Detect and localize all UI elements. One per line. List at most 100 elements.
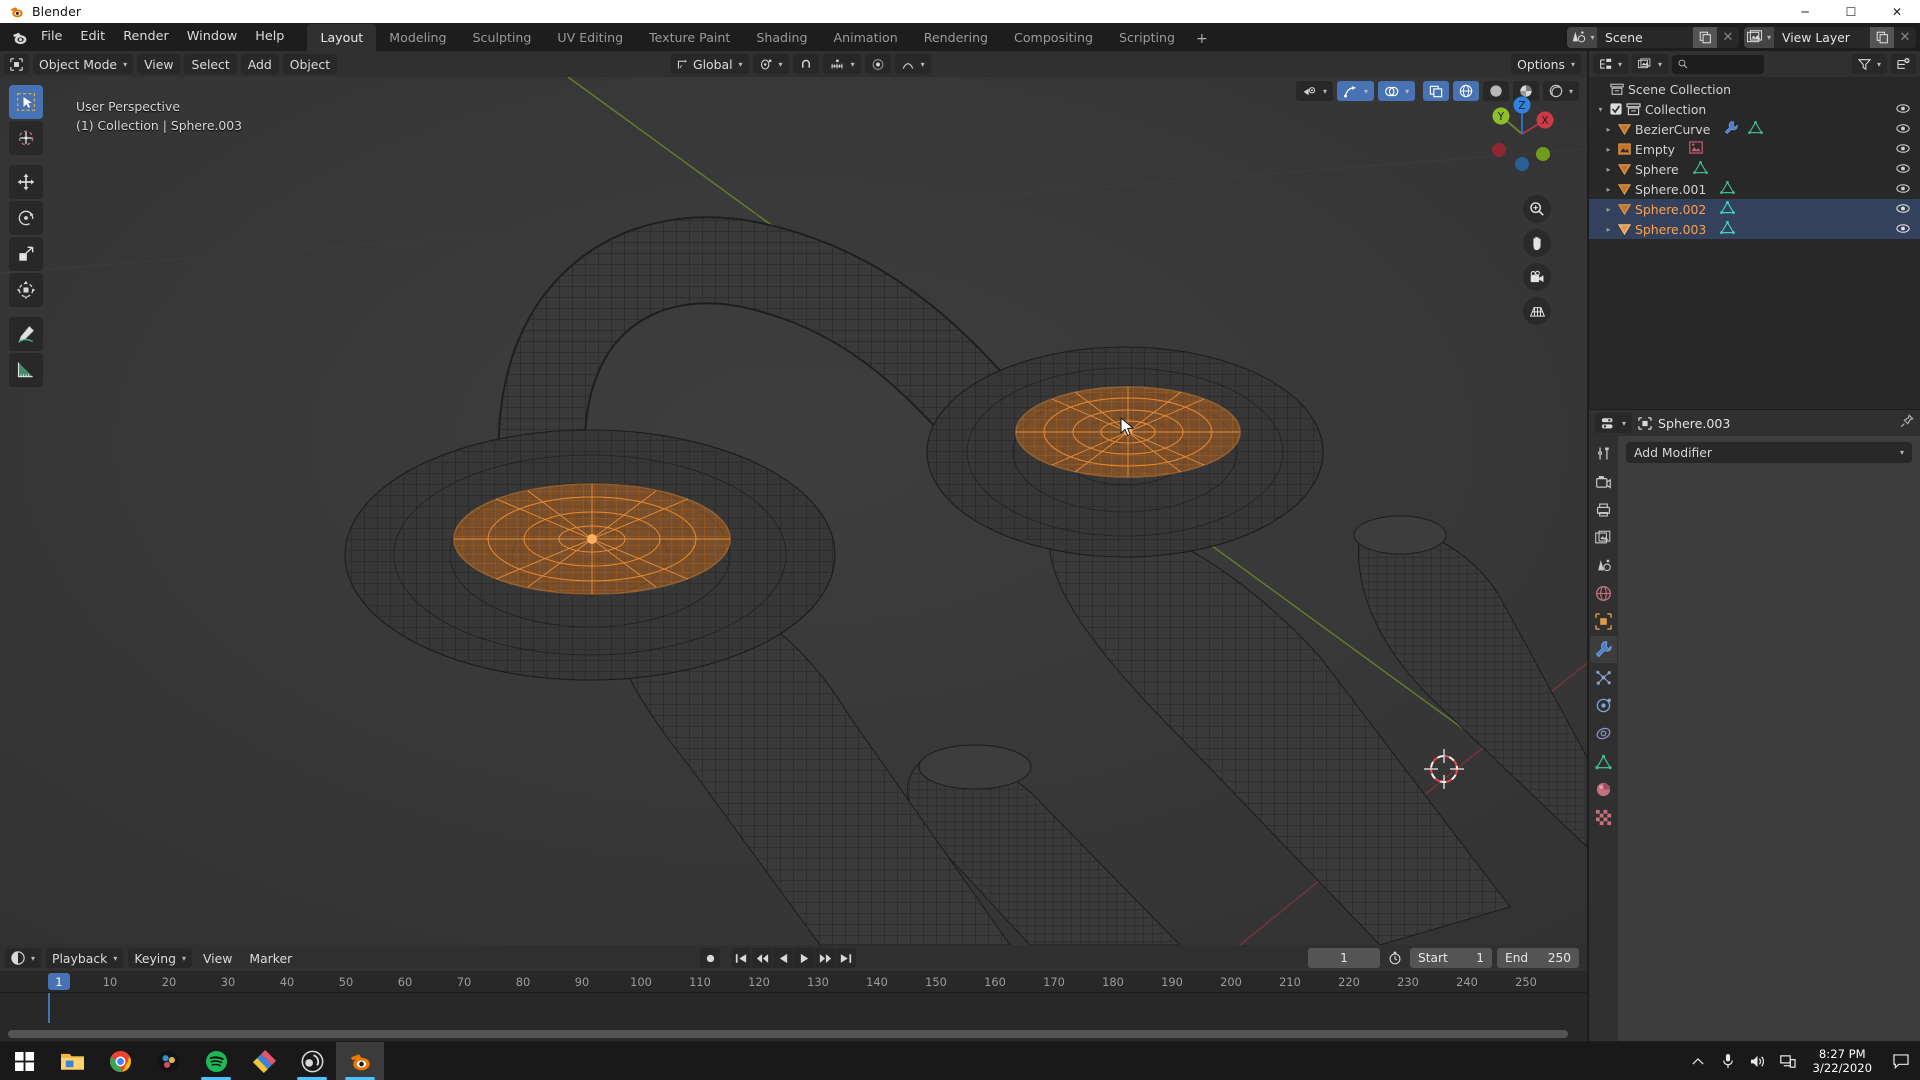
mesh-data-icon[interactable] xyxy=(1720,181,1735,197)
viewport-canvas[interactable]: User Perspective (1) Collection | Sphere… xyxy=(0,77,1587,945)
obs-studio-button[interactable] xyxy=(288,1042,336,1080)
scene-selector[interactable]: ▾ Scene ✕ xyxy=(1567,27,1739,48)
mesh-data-icon[interactable] xyxy=(1720,201,1735,217)
scale-tool-button[interactable] xyxy=(9,237,43,271)
viewport-menu-select[interactable]: Select xyxy=(184,54,236,74)
maximize-button[interactable]: ☐ xyxy=(1828,0,1874,23)
jump-start-icon[interactable] xyxy=(731,948,751,968)
viewport-menu-add[interactable]: Add xyxy=(241,54,279,74)
properties-editor-icon[interactable]: ▾ xyxy=(1595,413,1632,433)
unlink-scene-button[interactable]: ✕ xyxy=(1717,27,1739,48)
object-visibility-eye-icon[interactable] xyxy=(1896,222,1910,237)
expand-arrow[interactable]: ▸ xyxy=(1603,205,1614,214)
unlink-view-layer-button[interactable]: ✕ xyxy=(1894,27,1916,48)
frame-start-field[interactable]: Start 1 xyxy=(1410,948,1492,968)
spotify-button[interactable] xyxy=(192,1042,240,1080)
properties-tab-constraints[interactable] xyxy=(1590,720,1617,747)
overlays-icon[interactable]: ▾ xyxy=(1378,81,1415,101)
timeline-menu-view[interactable]: View xyxy=(197,948,238,968)
expand-arrow[interactable]: ▸ xyxy=(1603,165,1614,174)
microphone-icon[interactable] xyxy=(1713,1042,1743,1080)
image-data-icon[interactable] xyxy=(1689,141,1703,157)
current-frame-field[interactable]: 1 xyxy=(1308,948,1380,968)
modifier-wrench-icon[interactable] xyxy=(1724,121,1738,137)
mesh-data-icon[interactable] xyxy=(1720,221,1735,237)
outliner-display-mode-icon[interactable]: ▾ xyxy=(1632,54,1668,74)
add-modifier-button[interactable]: Add Modifier ▾ xyxy=(1626,442,1912,463)
tweak-tool-button[interactable] xyxy=(9,85,43,119)
view-layer-name[interactable]: View Layer xyxy=(1774,30,1870,45)
outliner-editor-type-button[interactable]: ▾ xyxy=(1593,54,1628,74)
object-visibility-eye-icon[interactable] xyxy=(1896,122,1910,137)
properties-tab-tool[interactable] xyxy=(1590,440,1617,467)
mesh-data-icon[interactable] xyxy=(1693,161,1708,177)
start-button[interactable] xyxy=(0,1042,48,1080)
chevron-up-icon[interactable] xyxy=(1683,1042,1713,1080)
object-visibility-eye-icon[interactable] xyxy=(1896,162,1910,177)
timeline-menu-playback[interactable]: Playback▾ xyxy=(46,948,123,968)
shading-wireframe-button[interactable] xyxy=(1453,81,1479,101)
magnet-icon[interactable] xyxy=(793,54,819,74)
play-icon[interactable] xyxy=(794,948,814,968)
properties-tab-view-layer[interactable] xyxy=(1590,524,1617,551)
prev-keyframe-icon[interactable] xyxy=(752,948,772,968)
cursor-tool-button[interactable] xyxy=(9,121,43,155)
workspace-tab-uv-editing[interactable]: UV Editing xyxy=(544,24,636,51)
transform-tool-button[interactable] xyxy=(9,273,43,307)
record-icon[interactable] xyxy=(700,948,720,968)
view-layer-selector[interactable]: ▾ View Layer ✕ xyxy=(1744,27,1916,48)
volume-icon[interactable] xyxy=(1743,1042,1773,1080)
filter-icon[interactable]: ▾ xyxy=(1852,54,1887,74)
next-keyframe-icon[interactable] xyxy=(815,948,835,968)
menu-file[interactable]: File xyxy=(32,26,71,48)
proportional-edit-icon[interactable] xyxy=(865,54,891,74)
outliner-search-input[interactable] xyxy=(1672,55,1764,74)
new-scene-button[interactable] xyxy=(1693,27,1717,48)
zoom-icon[interactable] xyxy=(1523,195,1551,223)
properties-tab-scene[interactable] xyxy=(1590,552,1617,579)
timeline-menu-marker[interactable]: Marker xyxy=(243,948,298,968)
google-chrome-button[interactable] xyxy=(96,1042,144,1080)
expand-arrow[interactable]: ▸ xyxy=(1603,125,1614,134)
outliner-row-empty[interactable]: ▸ Empty xyxy=(1589,139,1920,159)
timeline-menu-keying[interactable]: Keying▾ xyxy=(128,948,192,968)
paint-app-button[interactable] xyxy=(240,1042,288,1080)
object-visibility-eye-icon[interactable] xyxy=(1896,142,1910,157)
collection-expand-arrow[interactable]: ▾ xyxy=(1595,105,1606,114)
stopwatch-icon[interactable] xyxy=(1385,948,1405,968)
workspace-tab-scripting[interactable]: Scripting xyxy=(1106,24,1188,51)
network-icon[interactable] xyxy=(1773,1042,1803,1080)
annotate-tool-button[interactable] xyxy=(9,317,43,351)
object-visibility-eye-icon[interactable] xyxy=(1896,202,1910,217)
hand-icon[interactable] xyxy=(1523,229,1551,257)
properties-tab-physics[interactable] xyxy=(1590,692,1617,719)
timeline-track-area[interactable] xyxy=(0,993,1587,1041)
falloff-curve-icon[interactable]: ▾ xyxy=(895,54,931,74)
davinci-resolve-button[interactable] xyxy=(144,1042,192,1080)
outliner-row-beziercurve[interactable]: ▸ BezierCurve xyxy=(1589,119,1920,139)
new-view-layer-button[interactable] xyxy=(1870,27,1894,48)
viewport-options-button[interactable]: Options ▾ xyxy=(1511,54,1581,74)
collection-checkbox[interactable] xyxy=(1610,103,1622,115)
editor-type-selector[interactable] xyxy=(4,54,29,74)
outliner-row-sphere-001[interactable]: ▸ Sphere.001 xyxy=(1589,179,1920,199)
camera-icon[interactable] xyxy=(1523,263,1551,291)
expand-arrow[interactable]: ▸ xyxy=(1603,145,1614,154)
interaction-mode-selector[interactable]: Object Mode ▾ xyxy=(33,54,133,74)
properties-tab-material[interactable] xyxy=(1590,776,1617,803)
measure-tool-button[interactable] xyxy=(9,353,43,387)
menu-help[interactable]: Help xyxy=(246,26,293,48)
xray-toggle-icon[interactable] xyxy=(1423,81,1449,101)
rotate-tool-button[interactable] xyxy=(9,201,43,235)
topbar-blender-icon[interactable] xyxy=(6,29,32,46)
workspace-tab-texture-paint[interactable]: Texture Paint xyxy=(636,24,743,51)
notification-icon[interactable] xyxy=(1882,1042,1920,1080)
collection-visibility-eye-icon[interactable] xyxy=(1896,102,1910,117)
outliner-row-sphere-003[interactable]: ▸ Sphere.003 xyxy=(1589,219,1920,239)
menu-edit[interactable]: Edit xyxy=(71,26,114,48)
scene-name[interactable]: Scene xyxy=(1597,30,1693,45)
add-workspace-button[interactable]: + xyxy=(1188,27,1216,51)
outliner-row-sphere-002[interactable]: ▸ Sphere.002 xyxy=(1589,199,1920,219)
expand-arrow[interactable]: ▸ xyxy=(1603,185,1614,194)
navigation-gizmo[interactable]: X Y Z xyxy=(1479,91,1565,177)
